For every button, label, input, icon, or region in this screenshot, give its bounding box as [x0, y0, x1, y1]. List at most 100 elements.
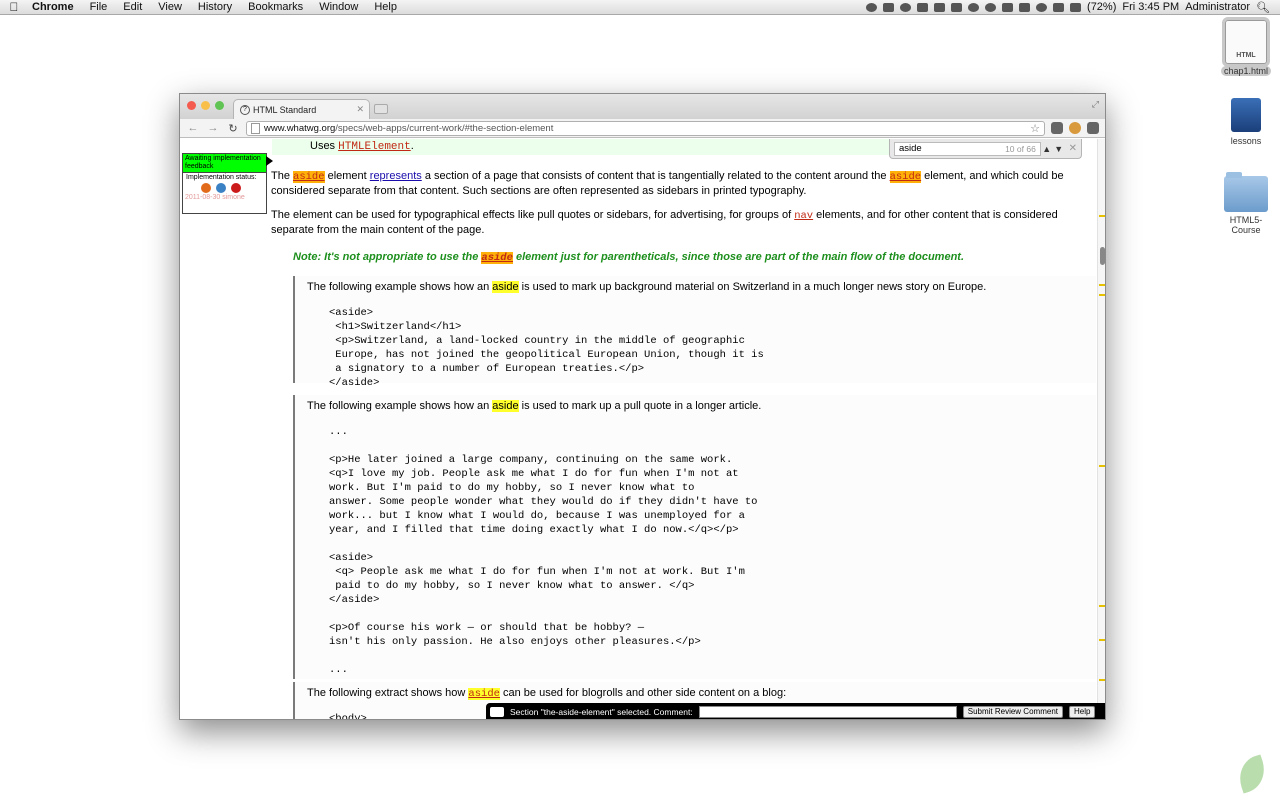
url-host: www.whatwg.org — [264, 122, 336, 134]
find-bar: aside 10 of 66 ▲ ▼ ✕ — [889, 139, 1082, 159]
browser-support-icons — [183, 183, 266, 193]
battery-icon[interactable] — [1070, 2, 1082, 12]
status-icon[interactable] — [934, 2, 946, 12]
display-icon[interactable] — [1002, 2, 1014, 12]
close-window-button[interactable] — [187, 101, 196, 110]
menu-window[interactable]: Window — [311, 1, 366, 13]
vertical-scrollbar[interactable] — [1097, 139, 1105, 719]
aside-highlight: aside — [492, 281, 519, 293]
status-icon[interactable] — [968, 2, 980, 12]
menu-view[interactable]: View — [150, 1, 190, 13]
address-bar[interactable]: www.whatwg.org /specs/web-apps/current-w… — [246, 120, 1045, 136]
clock[interactable]: Fri 3:45 PM — [1122, 1, 1179, 13]
aside-element-link[interactable]: aside — [481, 252, 513, 264]
status-icon[interactable] — [883, 2, 895, 12]
apple-menu-icon[interactable]:  — [0, 0, 28, 14]
user-name[interactable]: Administrator — [1185, 1, 1250, 13]
spotlight-icon[interactable]: 🔍︎ — [1256, 1, 1270, 14]
cookie-extension-icon[interactable] — [1069, 122, 1081, 134]
wrench-menu-icon[interactable] — [1087, 122, 1099, 134]
menu-history[interactable]: History — [190, 1, 240, 13]
forward-button[interactable]: → — [206, 122, 220, 134]
close-tab-icon[interactable]: ✕ — [356, 104, 364, 115]
opera-icon[interactable] — [231, 183, 241, 193]
minimize-window-button[interactable] — [201, 101, 210, 110]
tab-title: HTML Standard — [253, 104, 317, 115]
wifi-icon[interactable] — [1036, 2, 1048, 12]
zoom-window-button[interactable] — [215, 101, 224, 110]
safari-icon[interactable] — [216, 183, 226, 193]
app-icon — [1231, 98, 1261, 132]
text: Note: It's not appropriate to use the — [293, 251, 482, 263]
find-previous-button[interactable]: ▲ — [1041, 144, 1053, 154]
status-icon[interactable] — [900, 2, 912, 12]
find-query: aside — [899, 143, 922, 154]
status-icon[interactable] — [917, 2, 929, 12]
find-close-icon[interactable]: ✕ — [1069, 143, 1077, 154]
find-input[interactable]: aside 10 of 66 — [894, 141, 1041, 156]
code-block: <aside> <h1>Switzerland</h1> <p>Switzerl… — [329, 307, 764, 389]
note-parentheticals: Note: It's not appropriate to use the as… — [293, 251, 1073, 264]
menu-app-name[interactable]: Chrome — [28, 1, 82, 13]
status-arrow-icon[interactable] — [266, 156, 273, 166]
scrollbar-thumb[interactable] — [1100, 247, 1105, 265]
code-block: ... <p>He later joined a large company, … — [329, 426, 758, 676]
fullscreen-icon[interactable]: ⤢ — [1092, 99, 1099, 110]
review-help-button[interactable]: Help — [1068, 706, 1096, 718]
review-comment-input[interactable] — [698, 706, 957, 718]
example-switzerland: The following example shows how an aside… — [293, 276, 1096, 389]
back-button[interactable]: ← — [186, 122, 200, 134]
implementation-status-box: Awaiting implementation feedback Impleme… — [182, 153, 273, 214]
uses-text: Uses — [310, 140, 339, 152]
time-machine-icon[interactable] — [985, 2, 997, 12]
whatwg-favicon: ? — [240, 104, 250, 115]
interface-link[interactable]: HTMLElement — [338, 141, 411, 153]
bookmark-star-icon[interactable]: ☆ — [1030, 122, 1040, 135]
new-tab-button[interactable] — [374, 104, 388, 114]
desktop-icon-lessons[interactable]: lessons — [1216, 98, 1276, 146]
volume-icon[interactable] — [1053, 2, 1065, 12]
page-content: Uses HTMLElement. aside 10 of 66 ▲ ▼ ✕ A… — [180, 139, 1105, 720]
status-icon[interactable] — [951, 2, 963, 12]
find-match-marker — [1099, 284, 1105, 286]
menu-help[interactable]: Help — [366, 1, 405, 13]
window-controls — [187, 101, 224, 110]
submit-review-button[interactable]: Submit Review Comment — [962, 706, 1063, 718]
aside-element-link[interactable]: aside — [293, 171, 325, 183]
code-block: <body> — [329, 713, 367, 720]
represents-link[interactable]: represents — [370, 170, 422, 182]
tab-html-standard[interactable]: ? HTML Standard ✕ — [233, 99, 370, 119]
text: element — [324, 170, 370, 182]
awaiting-feedback-label: Awaiting implementation feedback — [183, 154, 266, 173]
aside-element-link[interactable]: aside — [468, 688, 500, 700]
aside-element-link[interactable]: aside — [889, 171, 922, 183]
reload-button[interactable]: ↻ — [226, 122, 240, 135]
paragraph-usage: The element can be used for typographica… — [271, 208, 1076, 237]
example-intro: The following example shows how an aside… — [307, 281, 986, 293]
text: can be used for blogrolls and other side… — [499, 687, 787, 699]
find-match-marker — [1099, 215, 1105, 217]
find-next-button[interactable]: ▼ — [1053, 144, 1065, 154]
aside-highlight: aside — [492, 400, 519, 412]
find-match-marker — [1099, 294, 1105, 296]
text: The following example shows how an — [307, 281, 493, 293]
page-icon — [251, 122, 260, 134]
nav-element-link[interactable]: nav — [794, 210, 813, 222]
firefox-icon[interactable] — [201, 183, 211, 193]
browser-toolbar: ← → ↻ www.whatwg.org /specs/web-apps/cur… — [180, 119, 1105, 138]
menu-bookmarks[interactable]: Bookmarks — [240, 1, 311, 13]
uses-text: . — [410, 140, 414, 152]
desktop-icon-html5-course[interactable]: HTML5-Course — [1216, 172, 1276, 235]
desktop-icon-label: chap1.html — [1220, 66, 1272, 76]
html-file-icon: HTML — [1222, 17, 1270, 67]
status-icon[interactable] — [866, 2, 878, 12]
desktop-icon-label: HTML5-Course — [1229, 215, 1263, 235]
url-path: /specs/web-apps/current-work/#the-sectio… — [335, 122, 554, 134]
desktop-icon-chap1[interactable]: HTML chap1.html — [1216, 17, 1276, 76]
extension-icon[interactable] — [1051, 122, 1063, 134]
review-toggle-button[interactable] — [490, 707, 504, 717]
menu-edit[interactable]: Edit — [115, 1, 150, 13]
menu-file[interactable]: File — [82, 1, 116, 13]
text: The following example shows how an — [307, 400, 493, 412]
bluetooth-icon[interactable] — [1019, 2, 1031, 12]
